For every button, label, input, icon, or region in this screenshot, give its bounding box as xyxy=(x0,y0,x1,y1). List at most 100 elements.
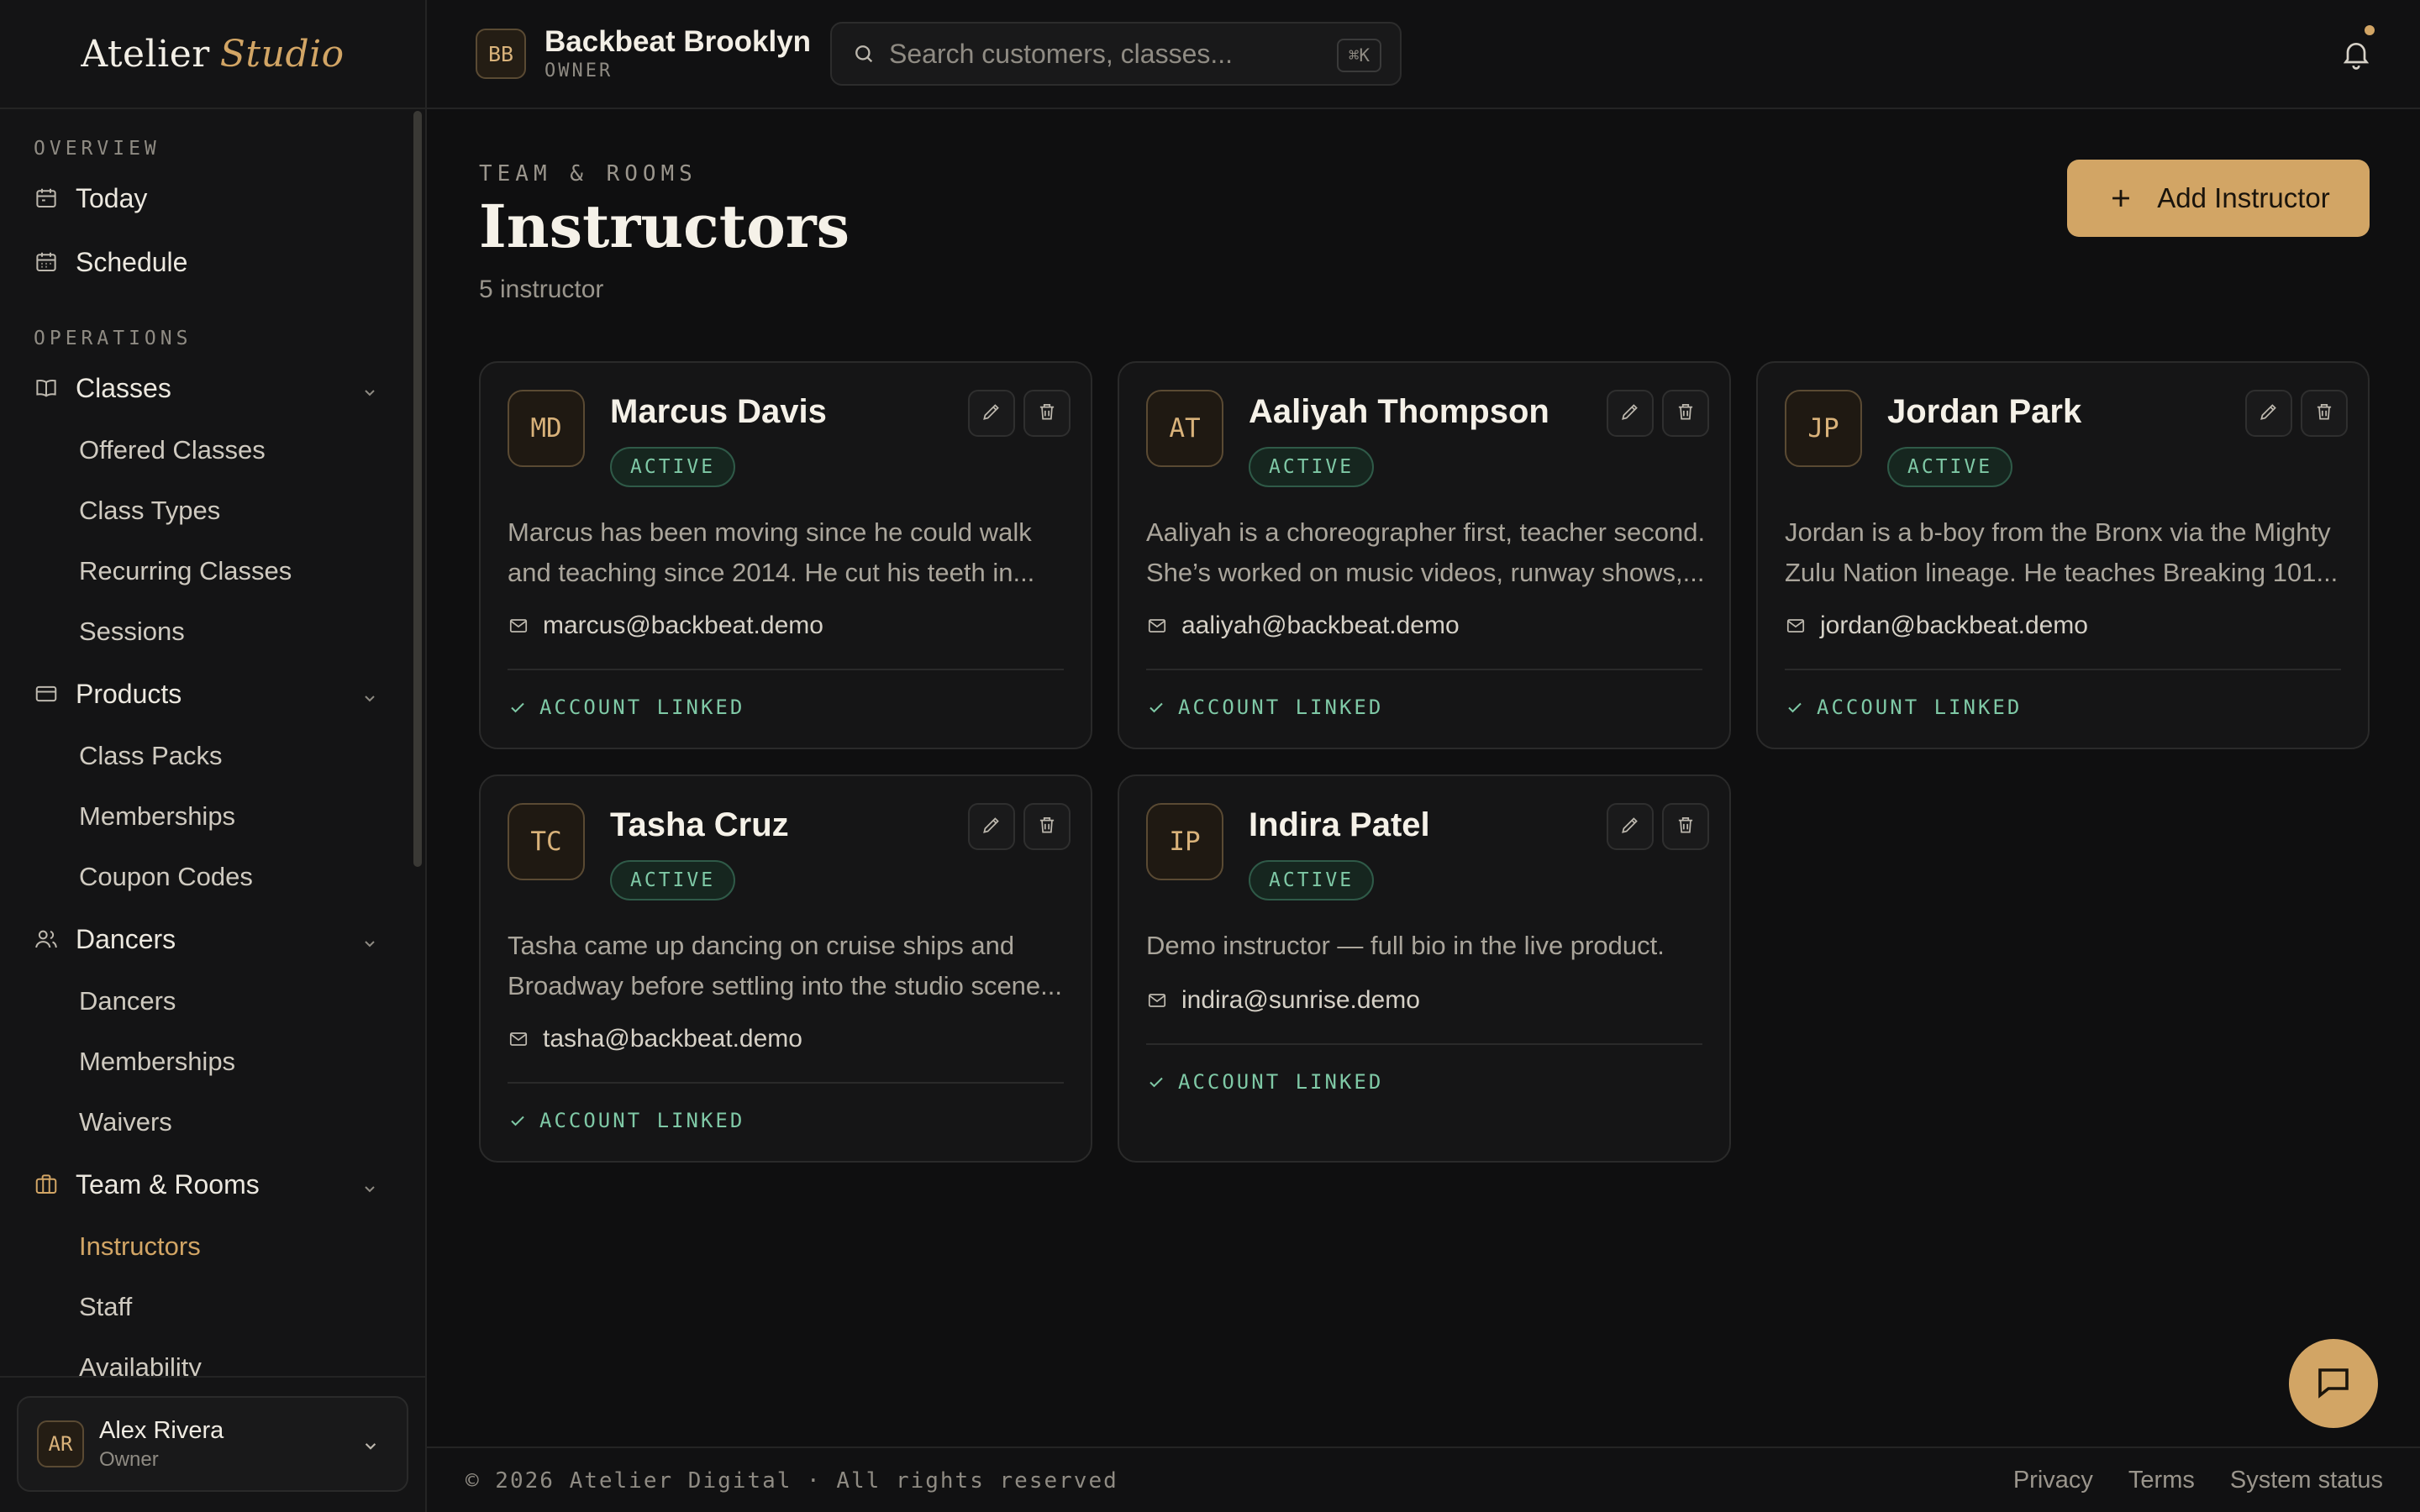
sidebar-item-waivers[interactable]: Waivers xyxy=(0,1092,425,1152)
account-linked-status: ACCOUNT LINKED xyxy=(1146,696,1383,719)
main-content: TEAM & ROOMS Instructors 5 instructor Ad… xyxy=(427,111,2420,1446)
sidebar-item-classes[interactable]: Classes xyxy=(0,356,425,420)
footer-link-system-status[interactable]: System status xyxy=(2230,1467,2383,1494)
org-name[interactable]: Backbeat Brooklyn xyxy=(544,25,811,59)
instructor-email: aaliyah@backbeat.demo xyxy=(1146,612,1460,640)
sidebar-item-label: Products xyxy=(76,678,182,709)
instructor-card[interactable]: AT Aaliyah Thompson ACTIVE Aaliyah is a … xyxy=(1118,361,1731,749)
search-icon xyxy=(852,42,876,66)
instructor-card[interactable]: JP Jordan Park ACTIVE Jordan is a b-boy … xyxy=(1756,361,2370,749)
delete-button[interactable] xyxy=(1662,803,1709,850)
org-avatar[interactable]: BB xyxy=(476,29,526,79)
sidebar-item-instructors[interactable]: Instructors xyxy=(0,1216,425,1277)
briefcase-icon xyxy=(34,1172,59,1197)
sidebar-item-schedule[interactable]: Schedule xyxy=(0,230,425,294)
user-avatar: AR xyxy=(37,1420,84,1467)
sidebar-item-memberships[interactable]: Memberships xyxy=(0,786,425,847)
sidebar-item-staff[interactable]: Staff xyxy=(0,1277,425,1337)
check-icon xyxy=(1146,1072,1166,1092)
sidebar-item-availability[interactable]: Availability xyxy=(0,1337,425,1378)
bell-icon[interactable] xyxy=(2339,37,2373,71)
edit-button[interactable] xyxy=(968,390,1015,437)
sidebar-item-products[interactable]: Products xyxy=(0,662,425,726)
sidebar-item-dancers-list[interactable]: Dancers xyxy=(0,971,425,1032)
trash-icon xyxy=(1675,814,1697,840)
instructor-name: Aaliyah Thompson xyxy=(1249,393,1549,430)
brand-logo[interactable]: Atelier Studio xyxy=(0,0,425,109)
search-placeholder: Search customers, classes... xyxy=(889,38,1234,69)
sidebar-item-coupon-codes[interactable]: Coupon Codes xyxy=(0,847,425,907)
instructor-bio: Tasha came up dancing on cruise ships an… xyxy=(508,926,1067,1006)
chat-button[interactable] xyxy=(2289,1339,2378,1428)
page-eyebrow: TEAM & ROOMS xyxy=(479,161,697,186)
chevron-down-icon[interactable] xyxy=(360,684,380,704)
card-divider xyxy=(1146,1043,1702,1045)
instructor-name: Jordan Park xyxy=(1887,393,2082,430)
instructor-email: marcus@backbeat.demo xyxy=(508,612,823,640)
status-badge: ACTIVE xyxy=(610,447,736,487)
mail-icon xyxy=(1785,615,1807,637)
add-instructor-button[interactable]: Add Instructor xyxy=(2067,160,2370,237)
sidebar-item-dancer-memberships[interactable]: Memberships xyxy=(0,1032,425,1092)
sidebar-item-sessions[interactable]: Sessions xyxy=(0,601,425,662)
sidebar-item-team-rooms[interactable]: Team & Rooms xyxy=(0,1152,425,1216)
edit-button[interactable] xyxy=(1607,390,1654,437)
edit-button[interactable] xyxy=(968,803,1015,850)
sidebar-item-recurring-classes[interactable]: Recurring Classes xyxy=(0,541,425,601)
status-badge: ACTIVE xyxy=(1887,447,2013,487)
edit-button[interactable] xyxy=(2245,390,2292,437)
instructor-card[interactable]: IP Indira Patel ACTIVE Demo instructor —… xyxy=(1118,774,1731,1163)
footer-links: Privacy Terms System status xyxy=(2013,1467,2383,1494)
calendar-grid-icon xyxy=(34,249,59,275)
email-text: marcus@backbeat.demo xyxy=(543,612,823,639)
chat-icon xyxy=(2313,1362,2354,1406)
sidebar-item-class-types[interactable]: Class Types xyxy=(0,480,425,541)
status-badge: ACTIVE xyxy=(1249,447,1375,487)
email-text: tasha@backbeat.demo xyxy=(543,1025,802,1053)
instructor-avatar: MD xyxy=(508,390,585,467)
email-text: aaliyah@backbeat.demo xyxy=(1181,612,1460,639)
delete-button[interactable] xyxy=(1662,390,1709,437)
org-role: OWNER xyxy=(544,60,613,81)
email-text: jordan@backbeat.demo xyxy=(1820,612,2088,639)
sidebar-nav[interactable]: OVERVIEW Today Schedule OPERATIONS Class… xyxy=(0,111,425,1378)
instructor-card[interactable]: MD Marcus Davis ACTIVE Marcus has been m… xyxy=(479,361,1092,749)
delete-button[interactable] xyxy=(2301,390,2348,437)
plus-icon xyxy=(2107,184,2135,213)
bio-line: Broadway before settling into the studio… xyxy=(508,971,1063,1000)
instructor-avatar: AT xyxy=(1146,390,1223,467)
search-input[interactable]: Search customers, classes... ⌘K xyxy=(830,22,1402,86)
sidebar: Atelier Studio OVERVIEW Today Schedule O… xyxy=(0,0,427,1512)
chevron-down-icon[interactable] xyxy=(360,1174,380,1194)
instructor-card[interactable]: TC Tasha Cruz ACTIVE Tasha came up danci… xyxy=(479,774,1092,1163)
mail-icon xyxy=(1146,990,1168,1011)
sidebar-item-label: Classes xyxy=(76,372,171,403)
footer-link-privacy[interactable]: Privacy xyxy=(2013,1467,2093,1494)
bio-line: Demo instructor — full bio in the live p… xyxy=(1146,931,1665,960)
instructor-avatar: IP xyxy=(1146,803,1223,880)
delete-button[interactable] xyxy=(1023,803,1071,850)
calendar-icon xyxy=(34,186,59,211)
chevron-down-icon[interactable] xyxy=(360,929,380,949)
chevron-down-icon[interactable] xyxy=(360,378,380,398)
sidebar-item-dancers[interactable]: Dancers xyxy=(0,907,425,971)
check-icon xyxy=(1785,697,1805,717)
bio-line: Marcus has been moving since he could wa… xyxy=(508,517,1032,547)
user-info: Alex Rivera Owner xyxy=(99,1417,224,1472)
edit-button[interactable] xyxy=(1607,803,1654,850)
page-title: Instructors xyxy=(479,192,850,261)
sidebar-item-today[interactable]: Today xyxy=(0,166,425,230)
instructor-email: jordan@backbeat.demo xyxy=(1785,612,2088,640)
bio-line: She’s worked on music videos, runway sho… xyxy=(1146,558,1705,587)
nav-section-overview: OVERVIEW xyxy=(34,138,160,160)
bio-line: Zulu Nation lineage. He teaches Breaking… xyxy=(1785,558,2338,587)
sidebar-item-label: Today xyxy=(76,182,148,213)
sidebar-item-label: Team & Rooms xyxy=(76,1168,260,1200)
footer-link-terms[interactable]: Terms xyxy=(2128,1467,2195,1494)
sidebar-item-class-packs[interactable]: Class Packs xyxy=(0,726,425,786)
instructor-bio: Jordan is a b-boy from the Bronx via the… xyxy=(1785,512,2344,593)
sidebar-item-offered-classes[interactable]: Offered Classes xyxy=(0,420,425,480)
user-menu[interactable]: AR Alex Rivera Owner xyxy=(17,1396,408,1492)
delete-button[interactable] xyxy=(1023,390,1071,437)
mail-icon xyxy=(508,1028,529,1050)
